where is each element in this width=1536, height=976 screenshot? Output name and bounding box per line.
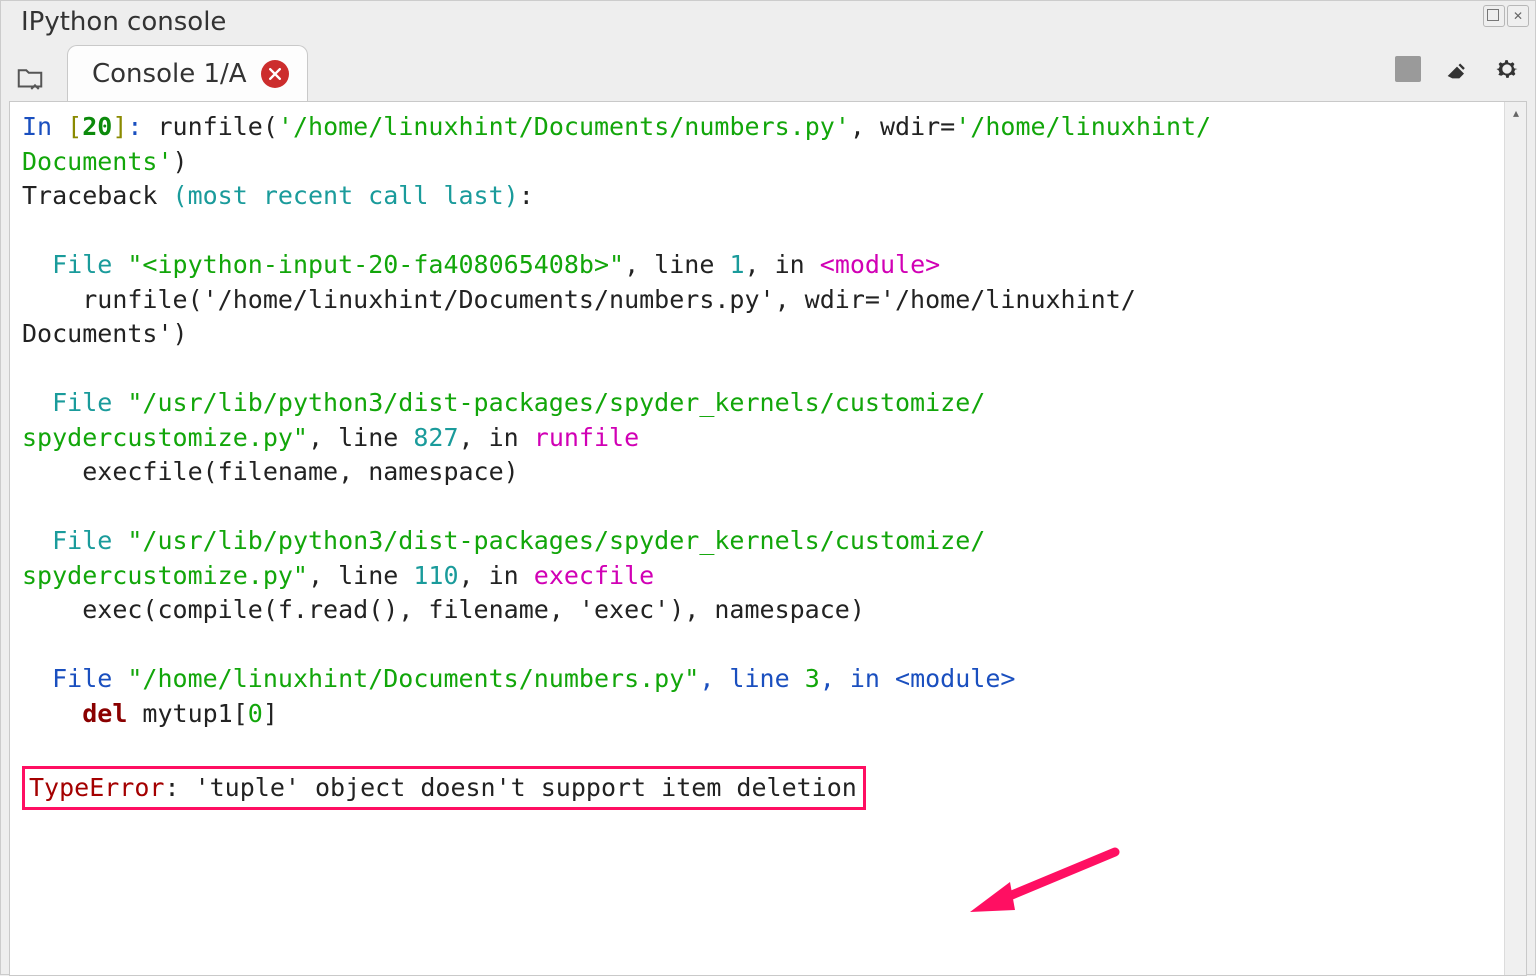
error-type: TypeError	[29, 773, 164, 802]
stop-button[interactable]	[1395, 56, 1421, 82]
console-toolbar	[1395, 55, 1521, 83]
folder-icon	[15, 64, 45, 94]
prompt-number: 20	[82, 112, 112, 141]
console-text: In [20]: runfile('/home/linuxhint/Docume…	[10, 102, 1526, 818]
frame3-path: "/usr/lib/python3/dist-packages/spyder_k…	[127, 526, 985, 555]
prompt-colon: :	[127, 112, 157, 141]
tab-bar: Console 1/A	[1, 45, 1535, 101]
gear-icon[interactable]	[1493, 55, 1521, 83]
browse-tabs-button[interactable]	[9, 57, 51, 101]
close-panel-button[interactable]: ✕	[1507, 5, 1529, 27]
vertical-scrollbar[interactable]: ▴	[1504, 102, 1526, 975]
tab-console-1a[interactable]: Console 1/A	[67, 45, 308, 101]
scroll-up-button[interactable]: ▴	[1505, 102, 1527, 124]
annotation-arrow	[970, 842, 1120, 926]
frame1-path: "<ipython-input-20-fa408065408b>"	[127, 250, 624, 279]
error-message: : 'tuple' object doesn't support item de…	[164, 773, 856, 802]
frame4-path: "/home/linuxhint/Documents/numbers.py"	[127, 664, 699, 693]
console-output[interactable]: In [20]: runfile('/home/linuxhint/Docume…	[9, 101, 1527, 976]
traceback-label: Traceback	[22, 181, 173, 210]
ipython-console-panel: IPython console ✕ Console 1/A	[0, 0, 1536, 975]
close-tab-button[interactable]	[261, 60, 289, 88]
eraser-icon[interactable]	[1443, 55, 1471, 83]
panel-title: IPython console	[1, 1, 1535, 45]
run-path: '/home/linuxhint/Documents/numbers.py'	[278, 112, 850, 141]
tab-label: Console 1/A	[92, 59, 247, 89]
in-label: In	[22, 112, 67, 141]
undock-button[interactable]	[1483, 5, 1505, 27]
title-window-buttons: ✕	[1483, 5, 1529, 27]
error-highlight-box: TypeError: 'tuple' object doesn't suppor…	[22, 766, 866, 811]
close-icon	[269, 68, 281, 80]
frame2-path: "/usr/lib/python3/dist-packages/spyder_k…	[127, 388, 985, 417]
